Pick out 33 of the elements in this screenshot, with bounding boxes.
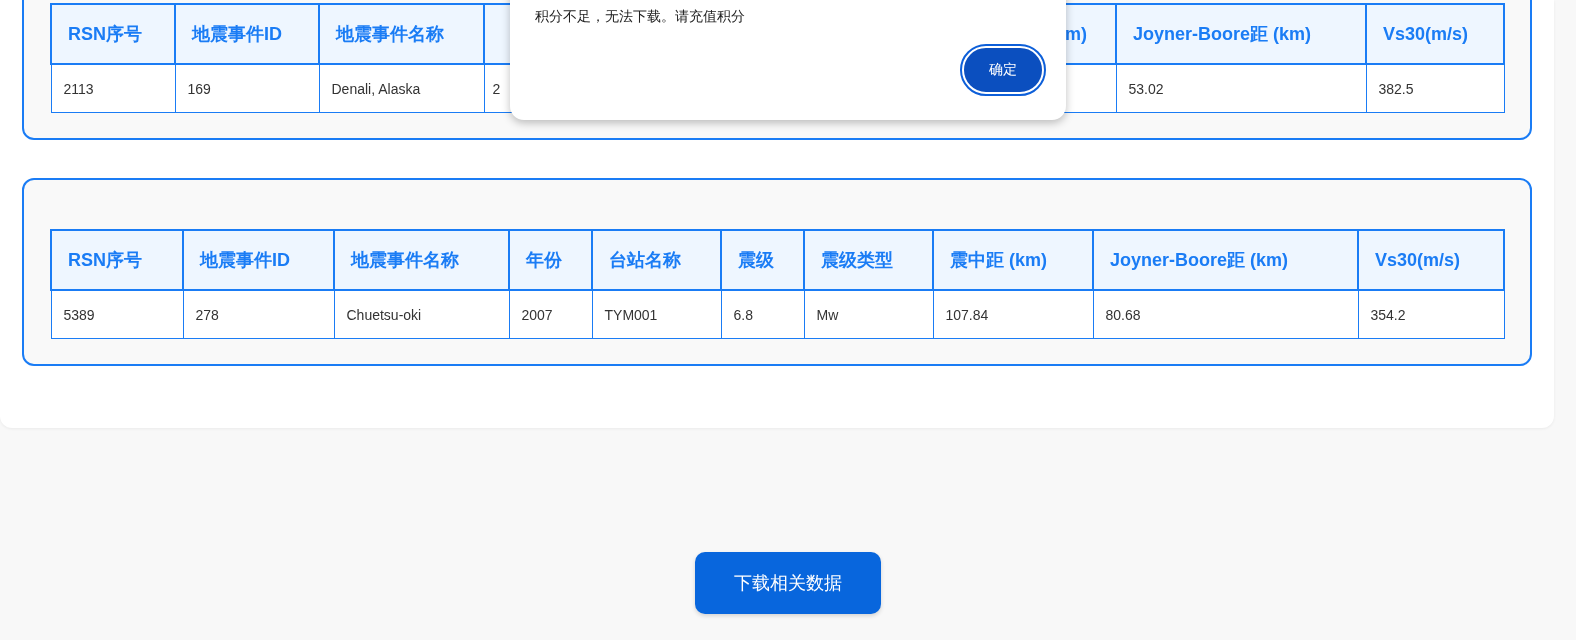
table-cell: 382.5 bbox=[1366, 64, 1504, 113]
column-header: 震级 bbox=[721, 230, 804, 290]
column-header: 台站名称 bbox=[592, 230, 721, 290]
column-header: Joyner-Boore距 (km) bbox=[1093, 230, 1358, 290]
table-cell: 6.8 bbox=[721, 290, 804, 339]
column-header: 地震事件名称 bbox=[334, 230, 509, 290]
dialog-message: 积分不足，无法下载。请充值积分 bbox=[535, 8, 746, 26]
table-cell: 2007 bbox=[509, 290, 592, 339]
table-cell: 53.02 bbox=[1116, 64, 1366, 113]
column-header: Vs30(m/s) bbox=[1366, 4, 1504, 64]
table-cell: 107.84 bbox=[933, 290, 1093, 339]
column-header: 震中距 (km) bbox=[933, 230, 1093, 290]
table-cell: 278 bbox=[183, 290, 334, 339]
table-cell: Denali, Alaska bbox=[319, 64, 484, 113]
table-cell: Chuetsu-oki bbox=[334, 290, 509, 339]
table-cell: 5389 bbox=[51, 290, 183, 339]
column-header: 地震事件ID bbox=[175, 4, 319, 64]
column-header: 地震事件名称 bbox=[319, 4, 484, 64]
table-cell: 354.2 bbox=[1358, 290, 1504, 339]
column-header: Vs30(m/s) bbox=[1358, 230, 1504, 290]
column-header: 震级类型 bbox=[804, 230, 933, 290]
column-header: 年份 bbox=[509, 230, 592, 290]
confirm-button[interactable]: 确定 bbox=[962, 46, 1044, 94]
table-cell: 169 bbox=[175, 64, 319, 113]
table-cell: 2113 bbox=[51, 64, 175, 113]
column-header: Joyner-Boore距 (km) bbox=[1116, 4, 1366, 64]
download-button[interactable]: 下载相关数据 bbox=[695, 552, 881, 614]
table-cell: Mw bbox=[804, 290, 933, 339]
table-cell: TYM001 bbox=[592, 290, 721, 339]
column-header: RSN序号 bbox=[51, 230, 183, 290]
column-header: 地震事件ID bbox=[183, 230, 334, 290]
column-header: RSN序号 bbox=[51, 4, 175, 64]
table-cell: 80.68 bbox=[1093, 290, 1358, 339]
